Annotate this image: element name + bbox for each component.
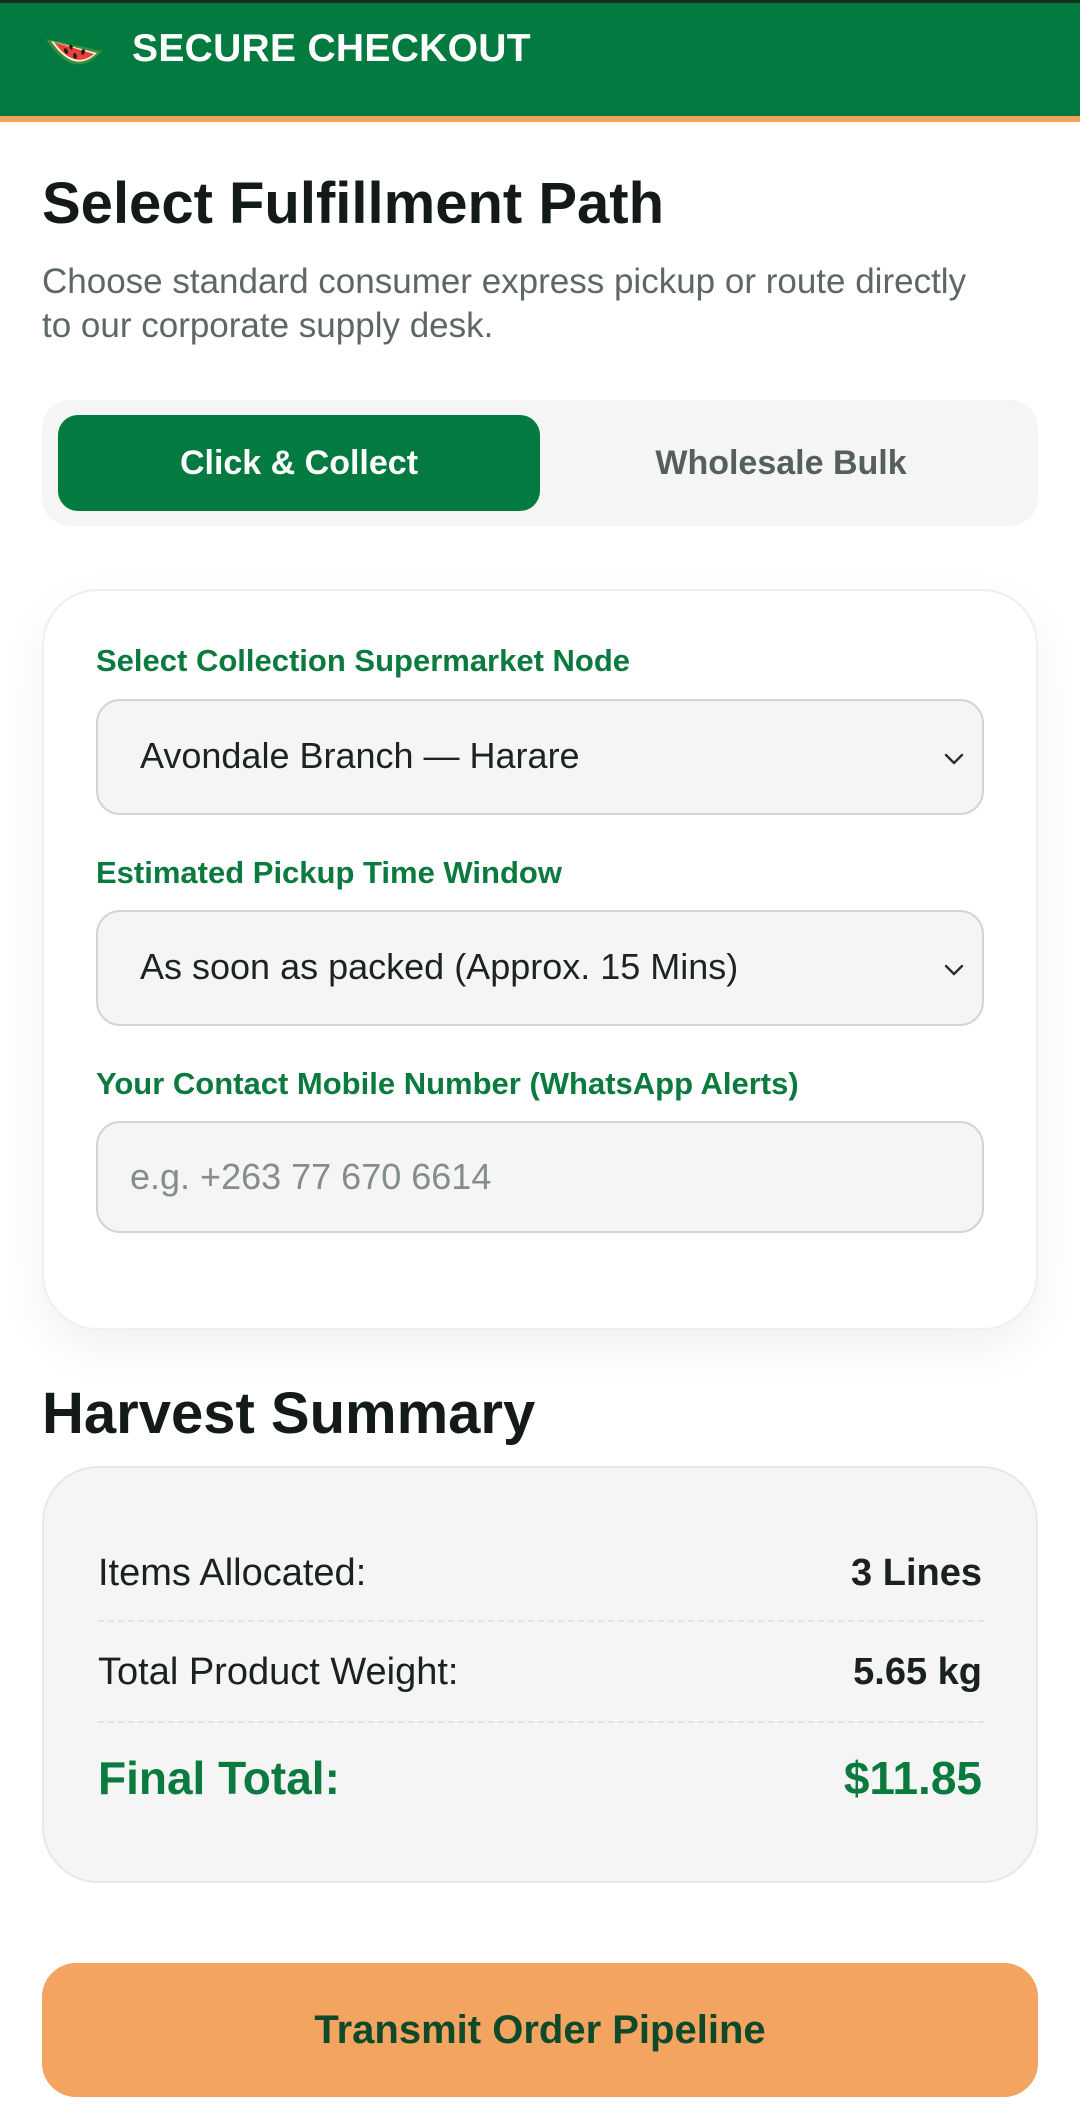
items-allocated-label: Items Allocated: bbox=[98, 1552, 367, 1594]
summary-divider bbox=[98, 1620, 984, 1622]
header-title: SECURE CHECKOUT bbox=[132, 27, 531, 70]
transmit-order-button[interactable]: Transmit Order Pipeline bbox=[42, 1963, 1038, 2097]
summary-title: Harvest Summary bbox=[42, 1381, 536, 1446]
tab-wholesale-bulk[interactable]: Wholesale Bulk bbox=[540, 415, 1022, 511]
checkout-page: SECURE CHECKOUT Select Fulfillment Path … bbox=[0, 0, 1080, 2122]
phone-field-label: Your Contact Mobile Number (WhatsApp Ale… bbox=[96, 1066, 799, 1101]
branch-select[interactable]: Avondale Branch — Harare bbox=[96, 699, 984, 815]
phone-input[interactable] bbox=[98, 1123, 982, 1231]
watermelon-icon bbox=[46, 39, 102, 65]
summary-divider bbox=[98, 1721, 984, 1723]
phone-field-wrapper bbox=[96, 1121, 984, 1233]
items-allocated-value: 3 Lines bbox=[851, 1552, 982, 1594]
product-weight-label: Total Product Weight: bbox=[98, 1651, 459, 1693]
branch-select-value: Avondale Branch — Harare bbox=[140, 735, 580, 776]
pickup-window-select[interactable]: As soon as packed (Approx. 15 Mins) bbox=[96, 910, 984, 1026]
chevron-down-icon bbox=[944, 964, 964, 976]
branch-select-label: Select Collection Supermarket Node bbox=[96, 643, 631, 678]
fulfillment-toggle: Click & Collect Wholesale Bulk bbox=[42, 400, 1038, 526]
product-weight-value: 5.65 kg bbox=[853, 1651, 982, 1693]
final-total-label: Final Total: bbox=[98, 1752, 340, 1804]
pickup-window-label: Estimated Pickup Time Window bbox=[96, 855, 562, 890]
summary-card: Items Allocated: 3 Lines Total Product W… bbox=[42, 1466, 1038, 1883]
page-title: Select Fulfillment Path bbox=[42, 171, 664, 236]
final-total-value: $11.85 bbox=[843, 1752, 982, 1804]
chevron-down-icon bbox=[944, 753, 964, 765]
page-subtitle: Choose standard consumer express pickup … bbox=[42, 262, 967, 345]
header-accent-stripe bbox=[0, 116, 1080, 122]
app-header: SECURE CHECKOUT bbox=[0, 0, 1080, 116]
tab-click-and-collect[interactable]: Click & Collect bbox=[58, 415, 540, 511]
pickup-window-select-value: As soon as packed (Approx. 15 Mins) bbox=[140, 946, 739, 987]
